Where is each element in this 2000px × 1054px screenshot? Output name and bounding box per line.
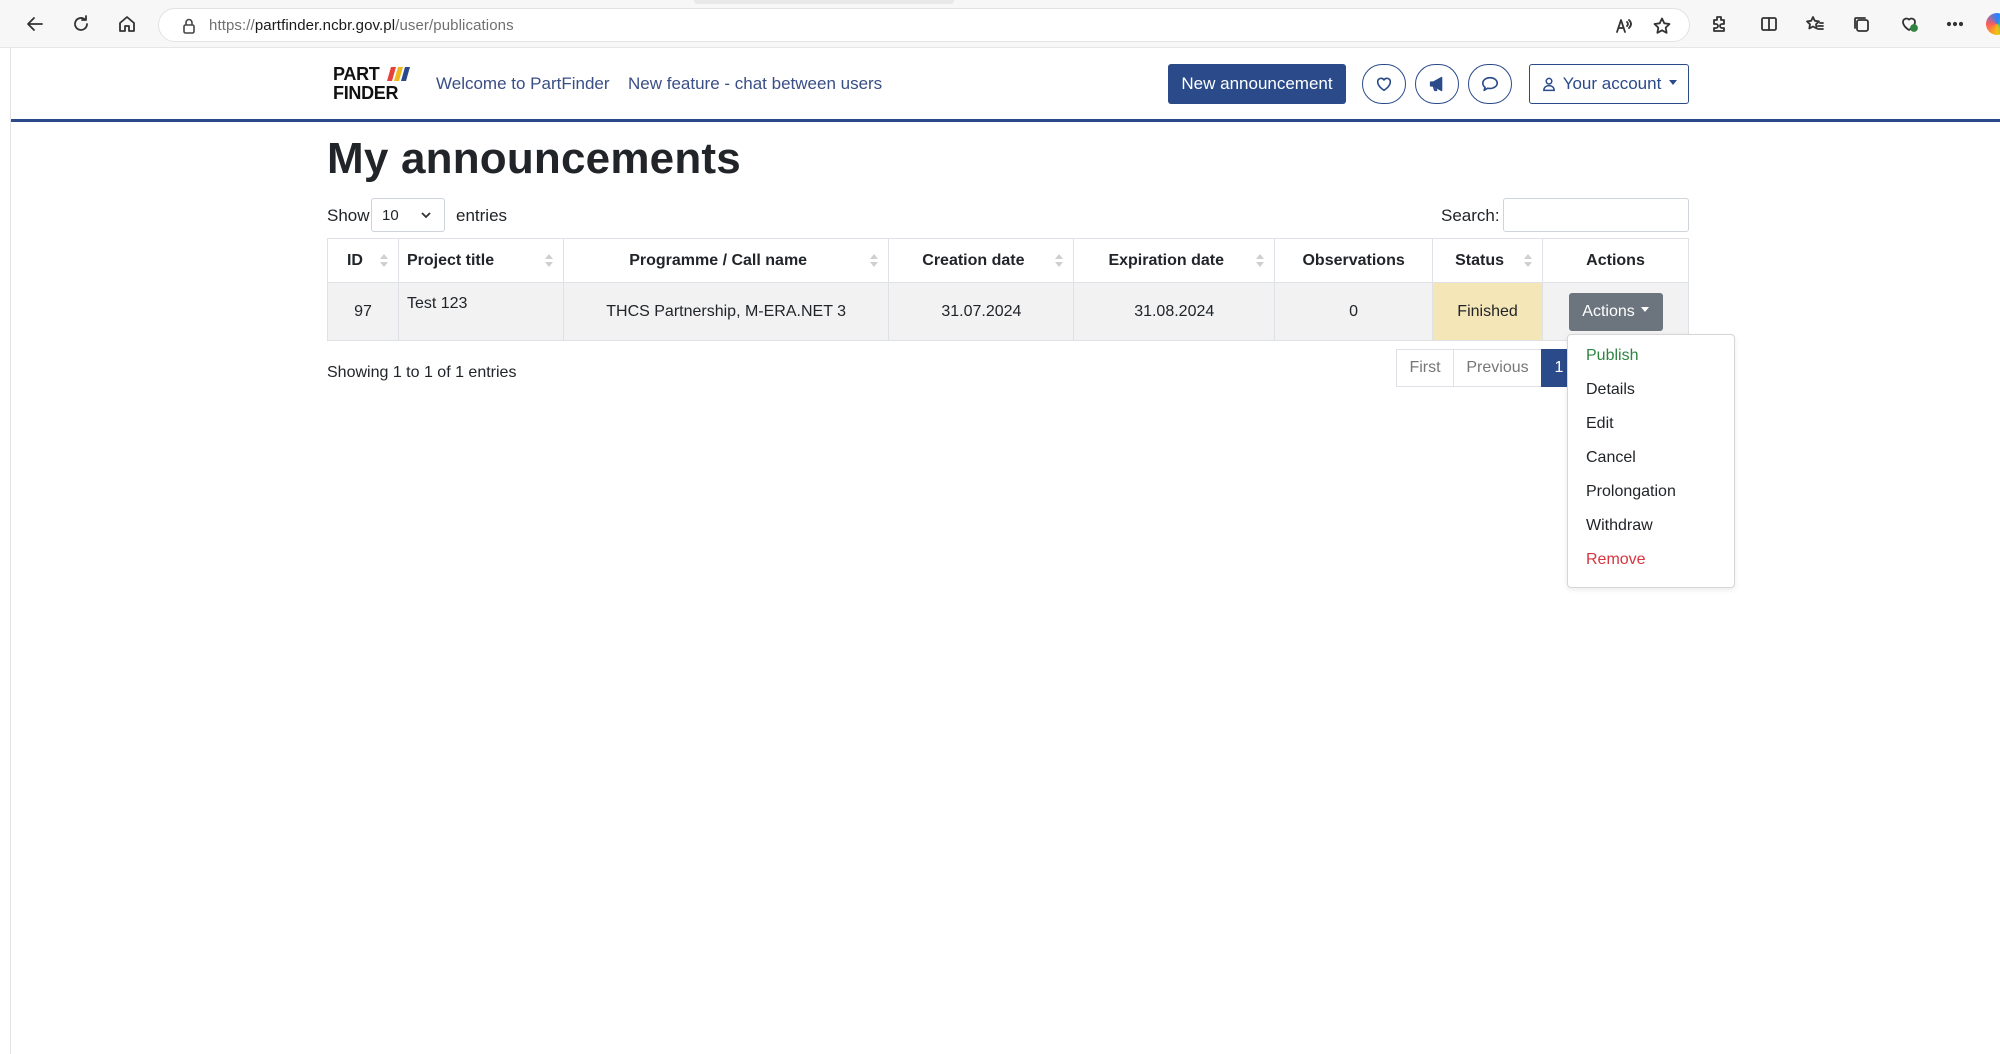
url-text[interactable]: https://partfinder.ncbr.gov.pl/user/publ… (209, 17, 514, 34)
tab-strip-edge (694, 0, 954, 4)
page-title: My announcements (327, 134, 741, 183)
sort-icon (1524, 254, 1533, 268)
lock-icon[interactable] (179, 16, 199, 36)
cell-actions: Actions (1542, 282, 1689, 341)
back-icon[interactable] (20, 9, 50, 39)
heart-icon (1376, 77, 1392, 92)
read-aloud-icon[interactable] (1609, 11, 1639, 41)
cell-expiration-date: 31.08.2024 (1073, 282, 1276, 341)
entries-value: 10 (382, 207, 399, 224)
browser-essentials-icon[interactable] (1894, 9, 1924, 39)
actions-dropdown-menu: Publish Details Edit Cancel Prolongation… (1567, 334, 1735, 588)
menu-item-withdraw[interactable]: Withdraw (1586, 517, 1653, 535)
pagination-previous[interactable]: Previous (1453, 349, 1542, 387)
status-badge: Finished (1432, 282, 1544, 341)
chat-button[interactable] (1468, 64, 1512, 104)
menu-item-publish[interactable]: Publish (1586, 347, 1638, 365)
cell-observations: 0 (1274, 282, 1434, 341)
column-header-id[interactable]: ID (327, 238, 399, 283)
column-header-observations: Observations (1274, 238, 1434, 283)
logo-slashes (387, 67, 410, 81)
account-menu-button[interactable]: Your account (1529, 64, 1689, 104)
show-label: Show (327, 206, 370, 225)
logo-text-part: PART (333, 64, 380, 84)
browser-toolbar: https://partfinder.ncbr.gov.pl/user/publ… (0, 0, 2000, 48)
favorites-icon[interactable] (1800, 9, 1830, 39)
nav-new-feature[interactable]: New feature - chat between users (628, 74, 882, 94)
actions-dropdown-button[interactable]: Actions (1568, 292, 1663, 331)
caret-down-icon (1640, 307, 1649, 312)
entries-per-page-select[interactable]: 10 (371, 198, 445, 232)
column-header-status[interactable]: Status (1432, 238, 1544, 283)
sort-icon (1055, 254, 1064, 268)
extensions-icon[interactable] (1704, 9, 1734, 39)
cell-id: 97 (327, 282, 399, 341)
refresh-icon[interactable] (66, 9, 96, 39)
address-bar[interactable]: https://partfinder.ncbr.gov.pl/user/publ… (158, 8, 1690, 42)
logo-text-finder: FINDER (333, 83, 399, 103)
caret-down-icon (1669, 79, 1678, 85)
pagination: First Previous 1 (1396, 349, 1577, 387)
table-info: Showing 1 to 1 of 1 entries (327, 364, 517, 381)
menu-item-edit[interactable]: Edit (1586, 415, 1614, 433)
site-header: PART FINDER Welcome to PartFinder New fe… (11, 48, 2000, 122)
cell-creation-date: 31.07.2024 (888, 282, 1075, 341)
user-icon (1542, 77, 1555, 92)
chevron-down-icon (421, 212, 431, 219)
account-label: Your account (1562, 74, 1662, 93)
table-header-row: ID Project title Programme / Call name C… (327, 238, 1689, 283)
nav-welcome[interactable]: Welcome to PartFinder (436, 74, 610, 94)
entries-label: entries (456, 206, 508, 225)
search-label: Search: (1441, 206, 1500, 225)
megaphone-icon (1429, 76, 1443, 92)
sort-icon (1256, 254, 1265, 268)
page: PART FINDER Welcome to PartFinder New fe… (10, 48, 2000, 1054)
favorites-button[interactable] (1362, 64, 1406, 104)
new-announcement-button[interactable]: New announcement (1168, 64, 1346, 104)
cell-programme: THCS Partnership, M-ERA.NET 3 (562, 282, 890, 341)
partfinder-logo[interactable]: PART FINDER (333, 64, 413, 104)
sort-icon (544, 254, 553, 268)
column-header-expiration-date[interactable]: Expiration date (1073, 238, 1276, 283)
pagination-first[interactable]: First (1396, 349, 1454, 387)
column-header-creation-date[interactable]: Creation date (888, 238, 1075, 283)
menu-item-remove[interactable]: Remove (1586, 551, 1646, 569)
favorite-star-icon[interactable] (1647, 11, 1677, 41)
menu-item-cancel[interactable]: Cancel (1586, 449, 1636, 467)
chat-icon (1481, 76, 1499, 92)
split-screen-icon[interactable] (1754, 9, 1784, 39)
sort-icon (870, 254, 879, 268)
announcements-table: ID Project title Programme / Call name C… (327, 238, 1689, 341)
column-header-programme[interactable]: Programme / Call name (562, 238, 890, 283)
table-row: 97 Test 123 THCS Partnership, M-ERA.NET … (327, 282, 1689, 341)
collections-icon[interactable] (1846, 9, 1876, 39)
more-icon[interactable] (1940, 9, 1970, 39)
search-input[interactable] (1503, 198, 1689, 232)
copilot-icon[interactable] (1986, 13, 2000, 35)
menu-item-details[interactable]: Details (1586, 381, 1635, 399)
home-icon[interactable] (112, 9, 142, 39)
actions-label: Actions (1582, 302, 1635, 320)
column-header-project-title[interactable]: Project title (397, 238, 564, 283)
announcements-button[interactable] (1415, 64, 1459, 104)
menu-item-prolongation[interactable]: Prolongation (1586, 483, 1676, 501)
sort-icon (379, 254, 388, 268)
column-header-actions: Actions (1542, 238, 1689, 283)
cell-project-title: Test 123 (397, 282, 564, 341)
